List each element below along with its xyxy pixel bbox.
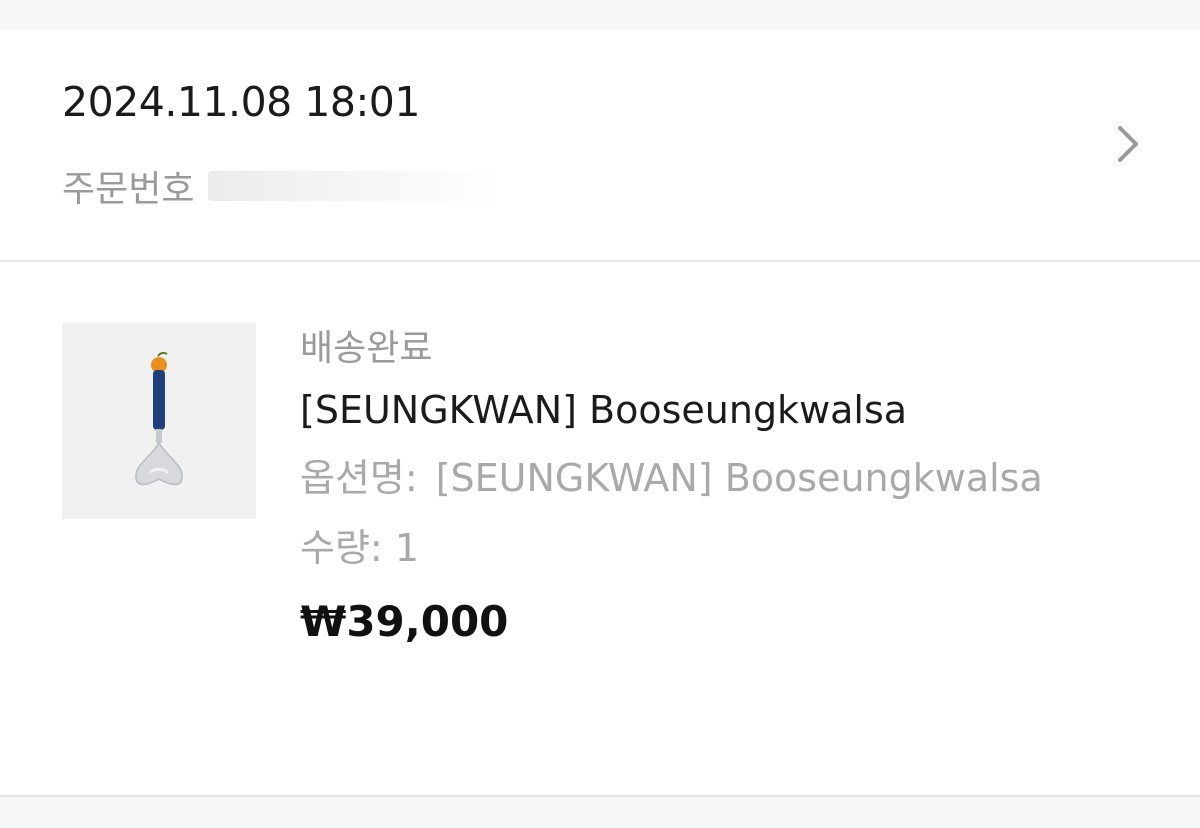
option-value: [SEUNGKWAN] Booseungkwalsa: [435, 456, 1043, 500]
delivery-status: 배송완료: [300, 328, 433, 369]
quantity-value: 1: [394, 526, 420, 570]
product-thumbnail-image: [135, 351, 183, 486]
product-name[interactable]: [SEUNGKWAN] Booseungkwalsa: [300, 375, 1160, 445]
order-item-info: 배송완료 [SEUNGKWAN] Booseungkwalsa 옵션명: [SE…: [300, 323, 1160, 659]
order-number-label: 주문번호: [62, 169, 195, 210]
option-label: 옵션명:: [300, 456, 418, 500]
option-row: 옵션명: [SEUNGKWAN] Booseungkwalsa: [300, 445, 1140, 511]
order-card: 2024.11.08 18:01 주문번호 배송완료 [SEUNGKWAN] B…: [0, 30, 1200, 795]
order-number-redacted: [208, 171, 629, 201]
order-date: 2024.11.08 18:01: [62, 78, 420, 126]
order-number: 주문번호: [62, 160, 629, 212]
price: ₩39,000: [300, 597, 509, 646]
quantity-row: 수량: 1: [300, 511, 1160, 585]
quantity-label: 수량:: [300, 526, 383, 570]
bottom-divider: [0, 795, 1200, 797]
section-divider: [0, 260, 1200, 262]
product-thumbnail[interactable]: [62, 323, 256, 519]
chevron-right-icon[interactable]: [1110, 122, 1146, 166]
order-header[interactable]: 2024.11.08 18:01 주문번호: [0, 30, 1200, 260]
